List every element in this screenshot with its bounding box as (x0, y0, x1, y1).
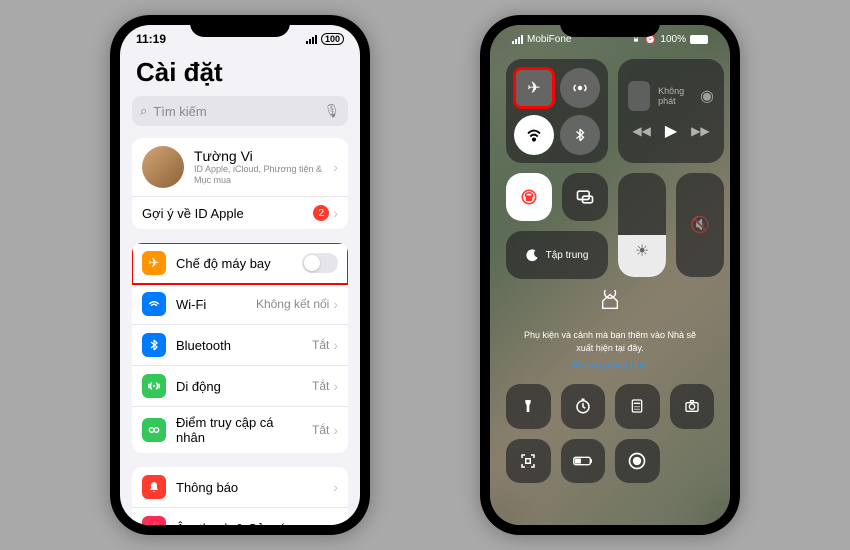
orientation-lock-button[interactable] (506, 173, 552, 221)
prev-track-button[interactable]: ◀◀ (632, 124, 650, 138)
airplane-mode-button[interactable]: ✈ (514, 68, 554, 108)
media-status: Không phát (658, 86, 692, 106)
notifications-row[interactable]: Thông báo › (132, 467, 348, 508)
connectivity-section: ✈ Chế độ máy bay Wi-Fi Không kết nối› Bl… (132, 243, 348, 453)
sound-icon (142, 516, 166, 525)
wifi-row[interactable]: Wi-Fi Không kết nối› (132, 284, 348, 325)
page-title: Cài đặt (120, 53, 360, 96)
wifi-button[interactable] (514, 115, 554, 155)
general-section: Thông báo › Âm thanh & Cảm ứng › Tập tru… (132, 467, 348, 525)
row-label: Bluetooth (176, 338, 231, 353)
profile-row[interactable]: Tường Vi ID Apple, iCloud, Phương tiện &… (132, 138, 348, 197)
screen-record-button[interactable] (615, 439, 660, 484)
airplay-icon[interactable]: ◉ (700, 86, 714, 106)
flashlight-button[interactable] (506, 384, 551, 429)
airdrop-button[interactable] (560, 68, 600, 108)
screen-mirroring-button[interactable] (562, 173, 608, 221)
phone-settings: 11:19 100 Cài đặt ⌕ Tìm kiếm 🎙 Tường Vi … (110, 15, 370, 535)
phone-control-center: MobiFone ⏰ 100% ✈ (480, 15, 740, 535)
chevron-icon: › (333, 205, 338, 221)
battery-indicator: 100 (321, 33, 344, 45)
home-link[interactable]: Mở ứng dụng Nhà (506, 360, 714, 370)
row-label: Di động (176, 379, 221, 394)
badge: 2 (313, 205, 329, 221)
timer-button[interactable] (561, 384, 606, 429)
row-label: Thông báo (176, 480, 238, 495)
notch (190, 15, 290, 37)
airplane-toggle[interactable] (302, 253, 338, 273)
hotspot-row[interactable]: Điểm truy cập cá nhân Tắt› (132, 407, 348, 453)
row-label: Gợi ý về ID Apple (142, 206, 244, 221)
play-button[interactable]: ▶ (665, 121, 677, 141)
status-time: 11:19 (136, 32, 166, 46)
signal-icon (512, 35, 523, 44)
wifi-icon (142, 292, 166, 316)
profile-name: Tường Vi (194, 148, 323, 164)
row-label: Wi-Fi (176, 297, 206, 312)
home-text: Phụ kiện và cảnh mà bạn thêm vào Nhà sẽ … (516, 329, 704, 354)
volume-slider[interactable]: 🔇 (676, 173, 724, 277)
brightness-slider[interactable]: ☀ (618, 173, 666, 277)
settings-screen: 11:19 100 Cài đặt ⌕ Tìm kiếm 🎙 Tường Vi … (120, 25, 360, 525)
connectivity-panel: ✈ (506, 59, 608, 163)
bluetooth-icon (142, 333, 166, 357)
hotspot-icon (142, 418, 166, 442)
cellular-icon (142, 374, 166, 398)
home-icon (596, 287, 624, 315)
media-artwork (628, 81, 650, 111)
bluetooth-row[interactable]: Bluetooth Tắt› (132, 325, 348, 366)
search-input[interactable]: ⌕ Tìm kiếm 🎙 (132, 96, 348, 126)
search-placeholder: Tìm kiếm (153, 104, 206, 119)
focus-label: Tập trung (546, 250, 589, 261)
airplane-mode-row[interactable]: ✈ Chế độ máy bay (132, 243, 348, 284)
focus-button[interactable]: Tập trung (506, 231, 608, 279)
calculator-button[interactable] (615, 384, 660, 429)
carrier-label: MobiFone (527, 34, 571, 45)
notch (560, 15, 660, 37)
bluetooth-button[interactable] (560, 115, 600, 155)
row-label: Chế độ máy bay (176, 256, 271, 271)
airplane-icon: ✈ (142, 251, 166, 275)
battery-icon (690, 35, 708, 44)
bottom-controls (506, 384, 714, 483)
sounds-row[interactable]: Âm thanh & Cảm ứng › (132, 508, 348, 525)
media-panel[interactable]: Không phát ◉ ◀◀ ▶ ▶▶ (618, 59, 724, 163)
qr-scanner-button[interactable] (506, 439, 551, 484)
signal-icon (306, 35, 317, 44)
apple-id-suggestions-row[interactable]: Gợi ý về ID Apple 2 › (132, 197, 348, 229)
battery-label: 100% (660, 34, 686, 45)
row-label: Âm thanh & Cảm ứng (176, 521, 302, 526)
profile-section: Tường Vi ID Apple, iCloud, Phương tiện &… (132, 138, 348, 229)
row-label: Điểm truy cập cá nhân (176, 415, 302, 445)
profile-subtitle: ID Apple, iCloud, Phương tiện & Mục mua (194, 164, 323, 186)
low-power-button[interactable] (561, 439, 606, 484)
mic-icon[interactable]: 🎙 (323, 103, 340, 119)
search-icon: ⌕ (140, 103, 147, 119)
camera-button[interactable] (670, 384, 715, 429)
chevron-icon: › (333, 159, 338, 175)
control-center-screen: MobiFone ⏰ 100% ✈ (490, 25, 730, 525)
avatar (142, 146, 184, 188)
notification-icon (142, 475, 166, 499)
cellular-row[interactable]: Di động Tắt› (132, 366, 348, 407)
next-track-button[interactable]: ▶▶ (691, 124, 709, 138)
